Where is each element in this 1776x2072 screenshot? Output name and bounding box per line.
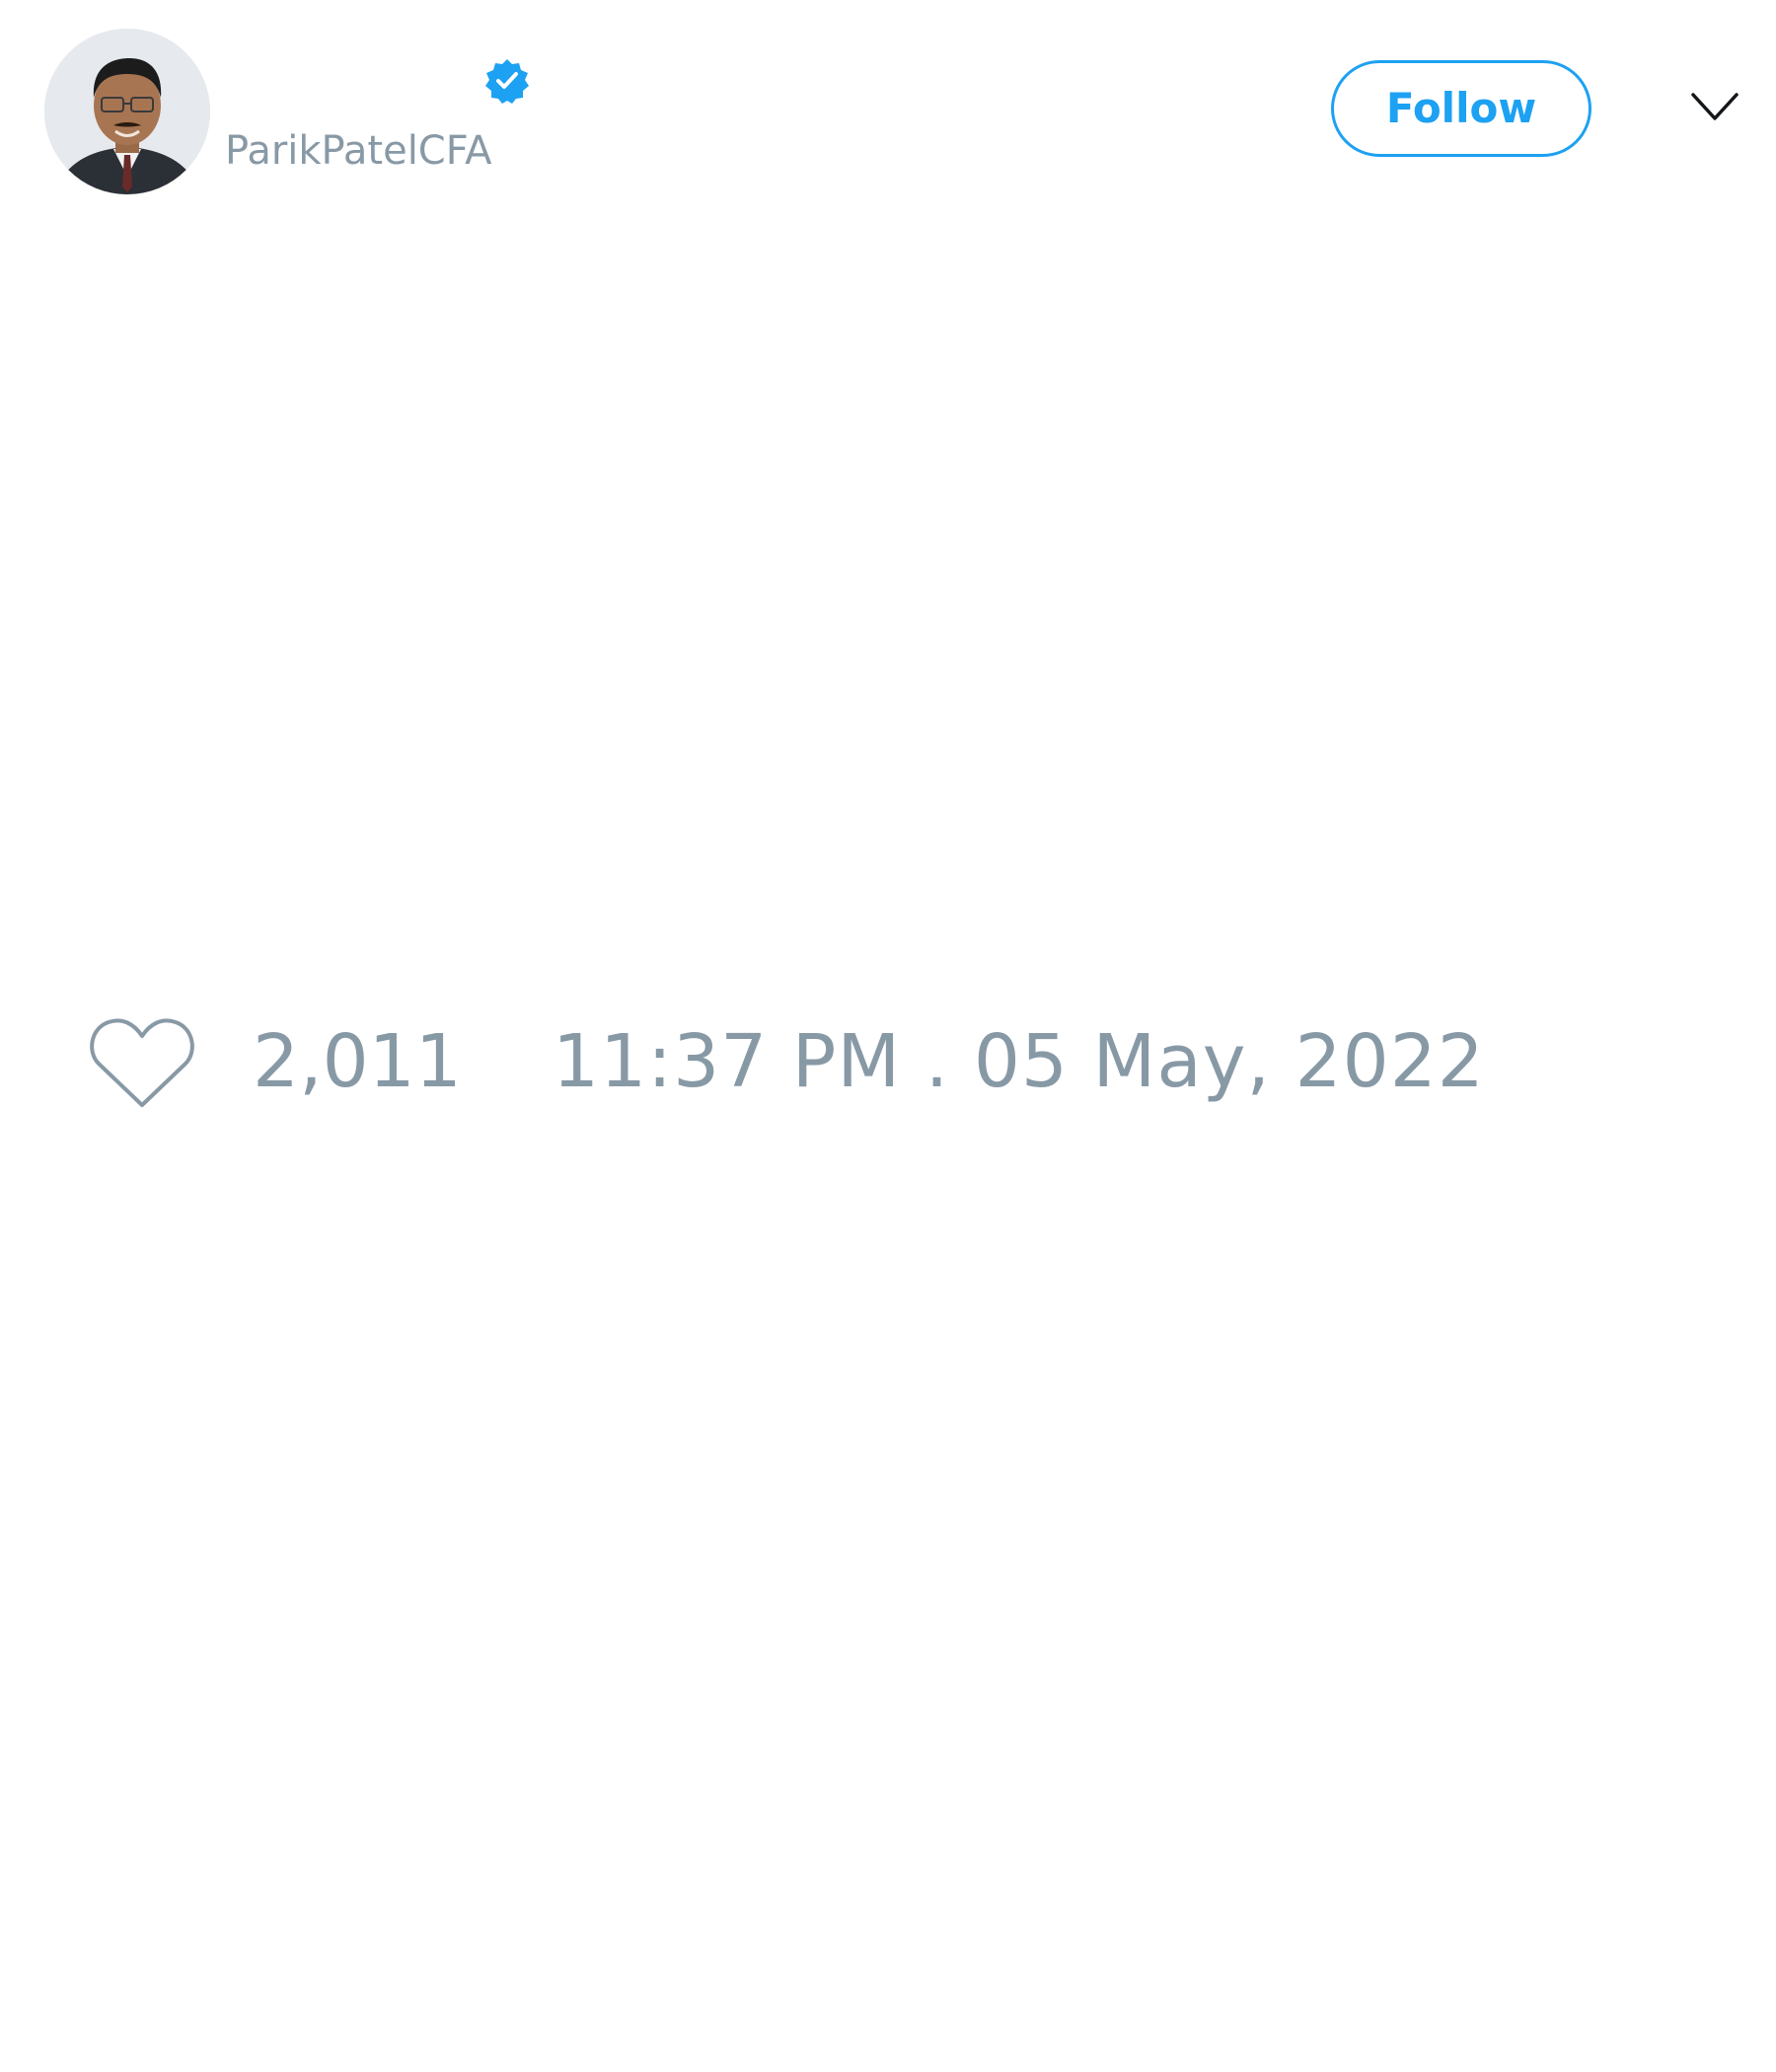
chevron-down-icon[interactable] xyxy=(1690,90,1739,123)
tweet-card: ParikPatelCFA Follow 2,011 11:37 PM . 05… xyxy=(0,0,1776,2072)
follow-button[interactable]: Follow xyxy=(1331,60,1591,157)
verified-badge-icon xyxy=(483,57,531,105)
profile-photo xyxy=(44,29,210,194)
tweet-timestamp[interactable]: 11:37 PM . 05 May, 2022 xyxy=(553,1021,1485,1102)
avatar[interactable] xyxy=(44,29,210,194)
heart-icon[interactable] xyxy=(89,1014,195,1109)
user-handle[interactable]: ParikPatelCFA xyxy=(225,126,491,176)
like-count: 2,011 xyxy=(253,1019,462,1104)
